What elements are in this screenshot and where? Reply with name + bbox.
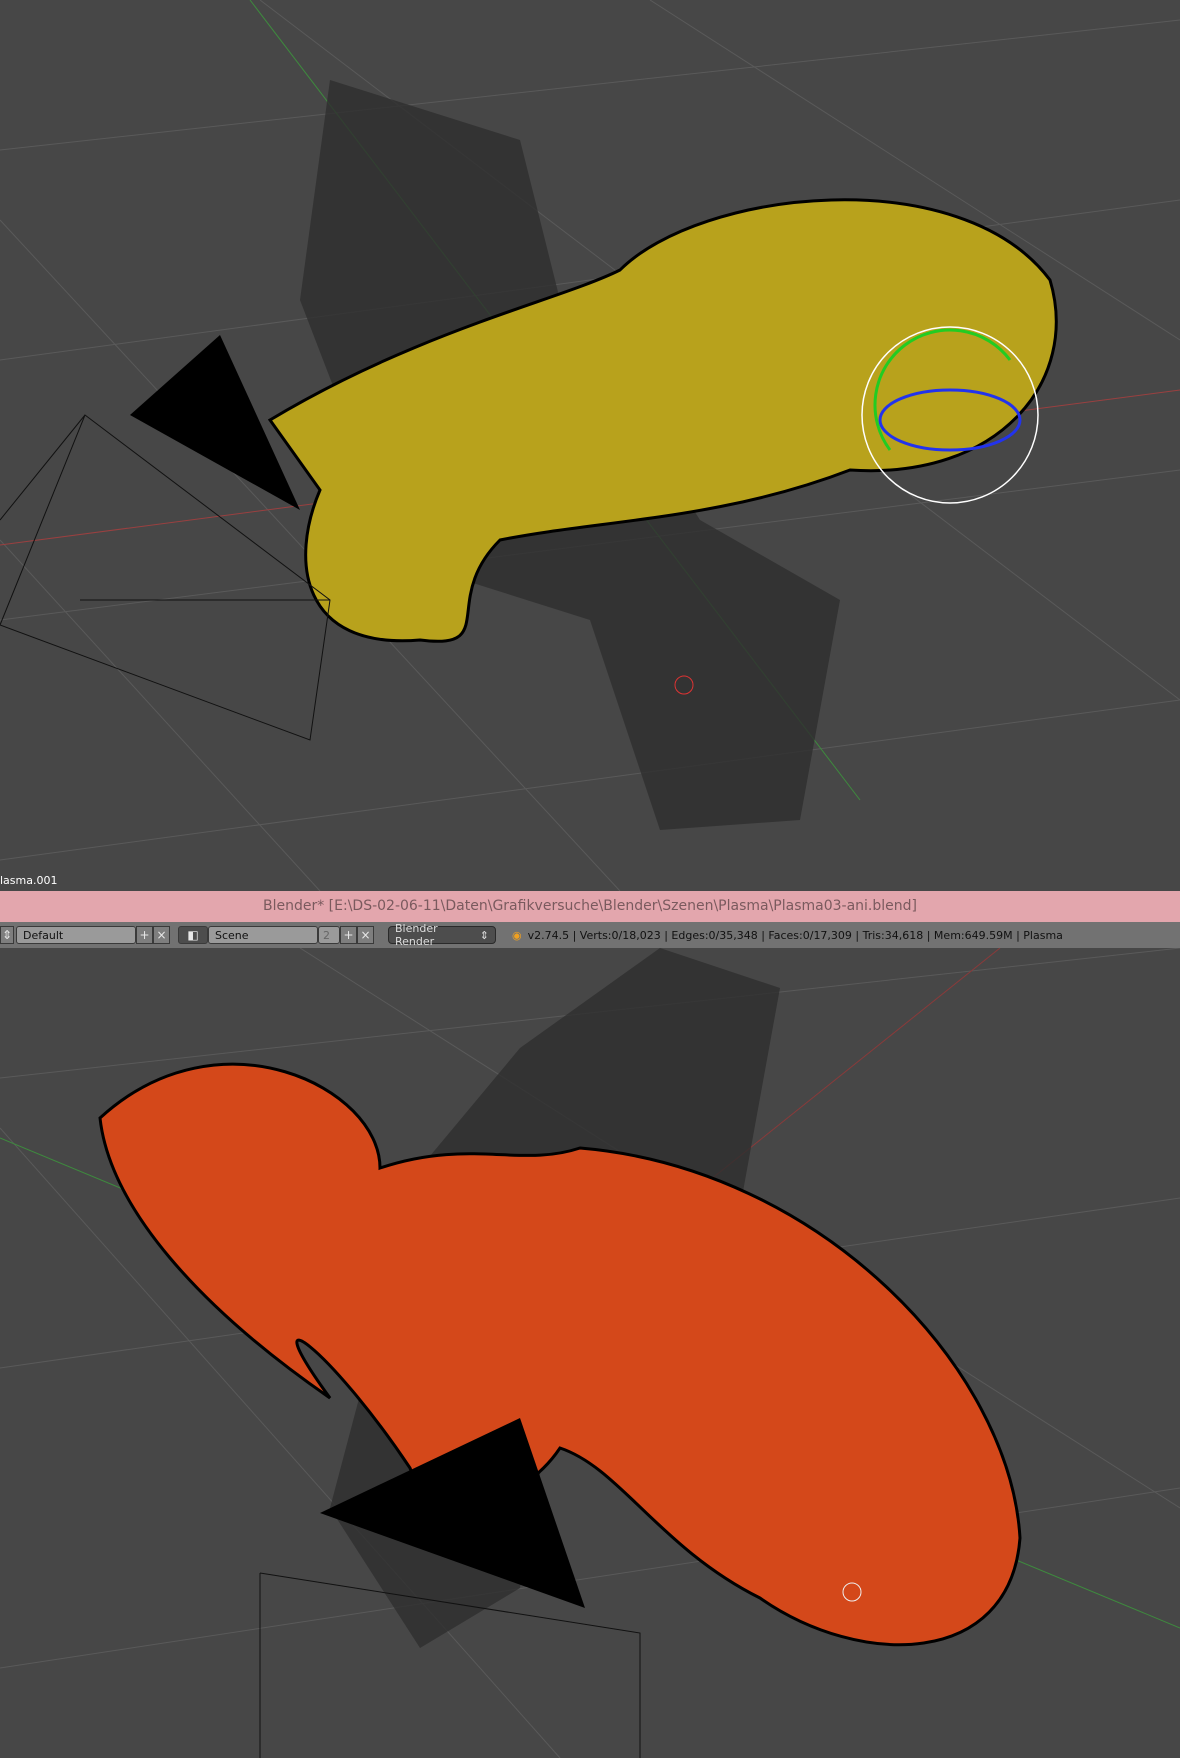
close-icon[interactable]: × bbox=[357, 926, 374, 944]
render-engine-label: Blender Render bbox=[395, 922, 438, 948]
blender-logo-icon: ◉ bbox=[512, 928, 522, 942]
screen-layout-icon[interactable]: ⇕ bbox=[0, 926, 14, 944]
scene-render-top bbox=[0, 0, 1180, 891]
3d-viewport-top[interactable]: lasma.001 bbox=[0, 0, 1180, 891]
screen-layout-field[interactable]: Default bbox=[16, 926, 136, 944]
close-icon[interactable]: × bbox=[153, 926, 170, 944]
window-titlebar: Blender* [E:\DS-02-06-11\Daten\Grafikver… bbox=[0, 891, 1180, 922]
camera-frustum bbox=[0, 414, 331, 741]
scene-users-count: 2 bbox=[318, 926, 340, 944]
scene-stats: v2.74.5 | Verts:0/18,023 | Edges:0/35,34… bbox=[527, 928, 1063, 942]
3d-viewport-bottom[interactable] bbox=[0, 948, 1180, 1758]
scene-render-bottom bbox=[0, 948, 1180, 1758]
active-object-label: lasma.001 bbox=[0, 874, 58, 887]
info-header: ⇕ Default + × ◧ Scene 2 + × Blender Rend… bbox=[0, 922, 1180, 949]
chevron-updown-icon: ⇕ bbox=[479, 928, 489, 942]
add-icon[interactable]: + bbox=[136, 926, 153, 944]
scene-icon[interactable]: ◧ bbox=[178, 926, 208, 944]
scene-field[interactable]: Scene bbox=[208, 926, 318, 944]
render-engine-dropdown[interactable]: Blender Render ⇕ bbox=[388, 922, 496, 948]
add-icon[interactable]: + bbox=[340, 926, 357, 944]
